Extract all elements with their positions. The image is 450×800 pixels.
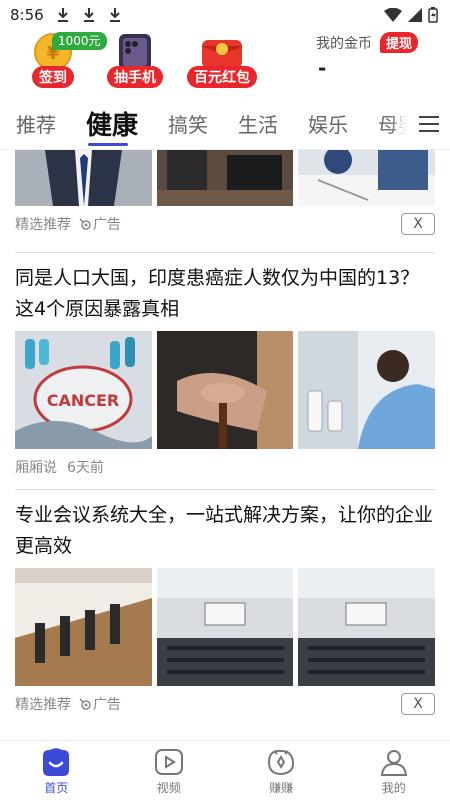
earn-icon: [265, 747, 297, 777]
nav-home-label: 首页: [44, 781, 69, 795]
feed-item[interactable]: 精选推荐 广告 X: [0, 150, 450, 253]
thumbnail-image: [156, 150, 294, 206]
source-label: 厢厢说: [15, 460, 57, 476]
tab-health[interactable]: 健康: [86, 105, 139, 146]
nav-home[interactable]: 首页: [0, 741, 113, 800]
ad-label: 广告: [93, 217, 121, 233]
coins-title: 我的金币: [316, 35, 372, 52]
profile-icon: [378, 747, 410, 777]
red-envelope-label: 百元红包: [187, 66, 257, 88]
thumbnail-image: [15, 568, 152, 686]
video-icon: [153, 747, 185, 777]
feed-item[interactable]: 专业会议系统大全，一站式解决方案，让你的企业更高效 精选推荐 广告 X: [0, 490, 450, 730]
dismiss-ad-button[interactable]: X: [401, 693, 435, 715]
thumbnail-image: CANCER: [15, 331, 152, 449]
signal-icon: [408, 8, 422, 22]
wifi-icon: [384, 8, 402, 22]
my-coins: 我的金币 提现: [316, 32, 419, 53]
bottom-navigation: 首页 视频 赚赚 我的: [0, 740, 450, 800]
tab-funny[interactable]: 搞笑: [168, 109, 208, 138]
category-tabs: 推荐 健康 搞笑 生活 娱乐 母婴: [0, 98, 450, 150]
ad-icon: [79, 698, 91, 710]
download-icon: [57, 8, 68, 22]
withdraw-button[interactable]: 提现: [380, 32, 419, 53]
battery-icon: [428, 7, 438, 23]
nav-profile-label: 我的: [381, 781, 406, 795]
nav-earn[interactable]: 赚赚: [225, 741, 338, 800]
cancer-stamp-text: CANCER: [47, 391, 120, 410]
news-feed: 精选推荐 广告 X 同是人口大国，印度患癌症人数仅为中国的13？这4个原因暴露真…: [0, 150, 450, 730]
article-title: 专业会议系统大全，一站式解决方案，让你的企业更高效: [15, 504, 434, 557]
thumbnail-image: [298, 150, 436, 206]
feed-item[interactable]: 同是人口大国，印度患癌症人数仅为中国的13？这4个原因暴露真相 CANCER 厢…: [0, 253, 450, 490]
reward-badge: 1000元: [52, 32, 107, 50]
tab-health-label: 健康: [86, 111, 139, 141]
ad-icon: [79, 218, 91, 230]
promo-bar: ¥ 签到 1000元 抽手机 百元红包 我的金币 提现 -: [0, 30, 450, 98]
source-label: 精选推荐: [15, 217, 71, 233]
publish-time: 6天前: [67, 460, 104, 476]
draw-phone-button[interactable]: 抽手机: [102, 32, 168, 94]
tab-life[interactable]: 生活: [238, 109, 278, 138]
coin-balance: -: [318, 56, 327, 80]
nav-video[interactable]: 视频: [113, 741, 226, 800]
download-icon: [83, 8, 94, 22]
red-envelope-button[interactable]: 百元红包: [184, 32, 260, 94]
draw-phone-label: 抽手机: [107, 66, 163, 88]
status-bar: 8:56: [0, 0, 450, 30]
nav-video-label: 视频: [156, 781, 181, 795]
dismiss-ad-button[interactable]: X: [401, 213, 435, 235]
nav-earn-label: 赚赚: [269, 781, 294, 795]
thumbnail-image: [15, 150, 152, 206]
nav-profile[interactable]: 我的: [338, 741, 450, 800]
download-icon: [109, 8, 120, 22]
article-title: 同是人口大国，印度患癌症人数仅为中国的13？这4个原因暴露真相: [15, 267, 420, 320]
source-label: 精选推荐: [15, 697, 71, 713]
menu-button[interactable]: [408, 98, 450, 149]
tab-recommend[interactable]: 推荐: [16, 109, 56, 138]
hamburger-icon: [419, 116, 439, 132]
thumbnail-image: [298, 331, 436, 449]
checkin-label: 签到: [32, 66, 74, 88]
thumbnail-image: [156, 331, 294, 449]
tab-indicator: [88, 143, 128, 146]
thumbnail-image: [298, 568, 436, 686]
thumbnail-image: [156, 568, 294, 686]
home-icon: [40, 747, 72, 777]
ad-label: 广告: [93, 697, 121, 713]
tab-entertainment[interactable]: 娱乐: [308, 109, 348, 138]
clock: 8:56: [10, 6, 44, 24]
